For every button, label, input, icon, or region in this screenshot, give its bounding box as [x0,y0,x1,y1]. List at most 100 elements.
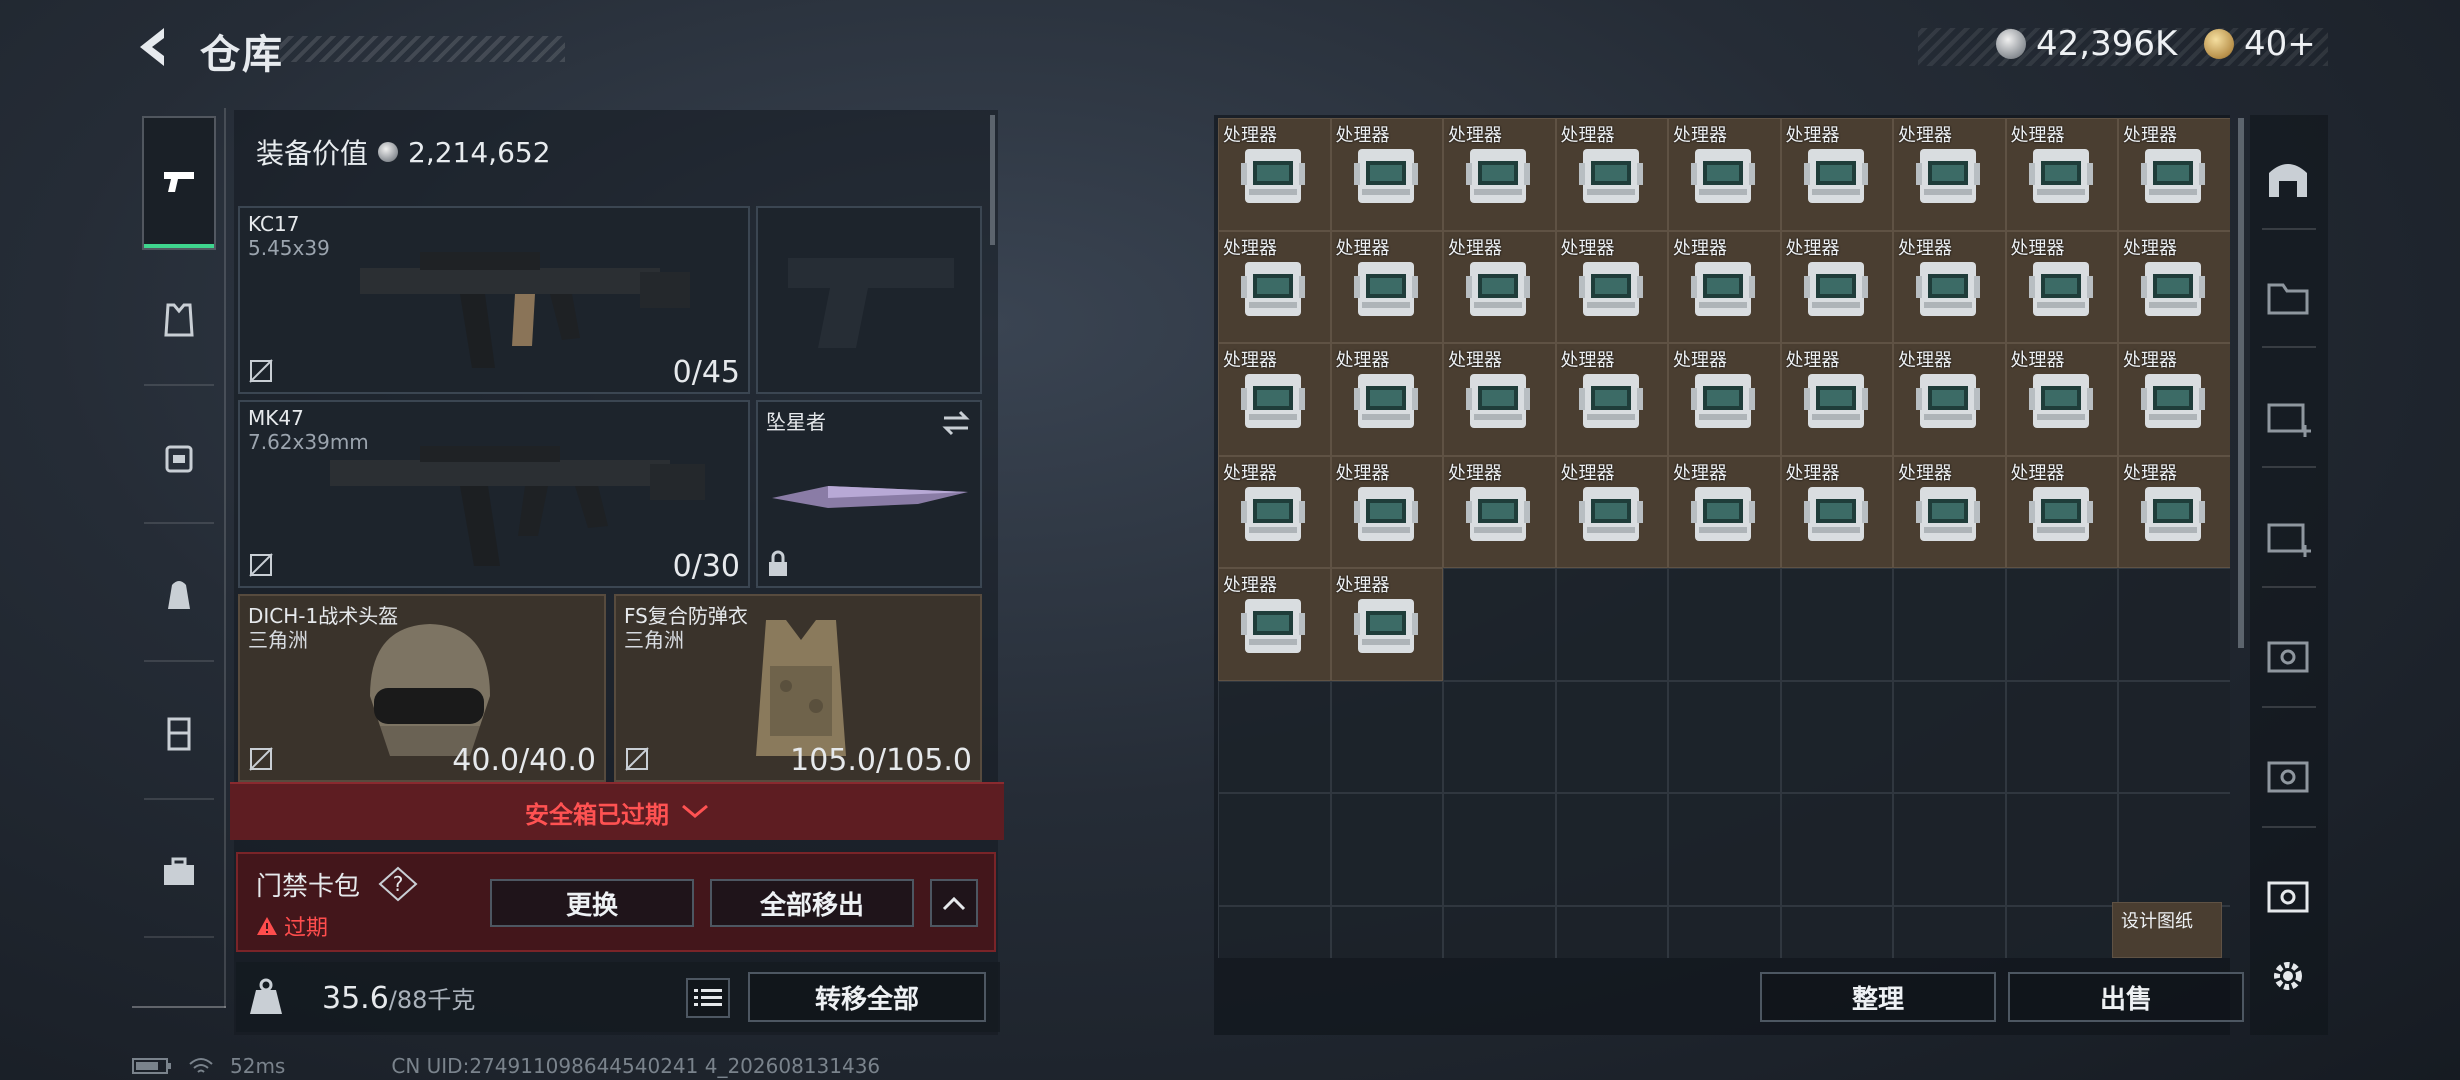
stash-item-processor[interactable]: 处理器 [1893,230,2006,343]
stash-item-processor[interactable]: 处理器 [1780,455,1893,568]
stash-item-processor[interactable]: 处理器 [1218,568,1331,681]
silver-currency[interactable]: 42,396K [1996,24,2177,64]
stash-cell-empty[interactable] [1555,905,1668,958]
storage-tab-add-2[interactable] [2258,506,2318,566]
nav-armor[interactable] [144,256,214,386]
stash-item-processor[interactable]: 处理器 [1893,343,2006,456]
stash-cell-empty[interactable] [2005,680,2118,793]
stash-cell-empty[interactable] [1893,568,2006,681]
stash-item-processor[interactable]: 处理器 [2118,343,2230,456]
storage-tab-case-2[interactable] [2258,746,2318,806]
secondary-weapon-slot[interactable]: MK47 7.62x39mm 0/30 [238,400,750,588]
sort-button[interactable]: 整理 [1760,972,1996,1022]
back-icon[interactable] [130,22,180,72]
stash-item-processor[interactable]: 处理器 [1780,118,1893,231]
stash-cell-empty[interactable] [1330,793,1443,906]
stash-cell-empty[interactable] [1330,905,1443,958]
stash-cell-empty[interactable] [1780,905,1893,958]
melee-slot[interactable]: 坠星者 [756,400,982,588]
helmet-slot[interactable]: DICH-1战术头盔 三角洲 40.0/40.0 [238,594,606,782]
safe-box-bar[interactable]: 安全箱已过期 [230,782,1004,840]
stash-item-processor[interactable]: 处理器 [1555,343,1668,456]
stash-item-processor[interactable]: 处理器 [2118,455,2230,568]
settings-button[interactable] [2258,946,2318,1006]
stash-item-processor[interactable]: 处理器 [1893,118,2006,231]
remove-all-button[interactable]: 全部移出 [710,879,914,927]
stash-cell-empty[interactable] [1780,680,1893,793]
stash-cell-empty[interactable] [1218,793,1331,906]
storage-tab-folder[interactable] [2258,266,2318,326]
stash-cell-empty[interactable] [1668,793,1781,906]
stash-item-processor[interactable]: 处理器 [1893,455,2006,568]
equipment-scrollbar[interactable] [990,115,995,245]
stash-cell-empty[interactable] [1780,568,1893,681]
stash-cell-empty[interactable] [1443,793,1556,906]
stash-item-processor[interactable]: 处理器 [1443,230,1556,343]
stash-item-processor[interactable]: 处理器 [1330,455,1443,568]
nav-case[interactable] [144,808,214,938]
sell-button[interactable]: 出售 [2008,972,2244,1022]
armor-slot[interactable]: FS复合防弹衣 三角洲 105.0/105.0 [614,594,982,782]
stash-item-processor[interactable]: 处理器 [2118,118,2230,231]
storage-tab-add-1[interactable] [2258,386,2318,446]
stash-item-processor[interactable]: 处理器 [2118,230,2230,343]
transfer-all-button[interactable]: 转移全部 [748,972,986,1022]
stash-item-processor[interactable]: 处理器 [1218,230,1331,343]
stash-item-processor[interactable]: 处理器 [1668,118,1781,231]
stash-cell-empty[interactable] [2005,793,2118,906]
stash-item-processor[interactable]: 处理器 [1555,230,1668,343]
stash-item-processor[interactable]: 处理器 [1555,455,1668,568]
stash-cell-empty[interactable] [1555,793,1668,906]
primary-weapon-slot[interactable]: KC17 5.45x39 0/45 [238,206,750,394]
stash-item-processor[interactable]: 处理器 [1443,343,1556,456]
stash-cell-empty[interactable] [2118,568,2230,681]
stash-item-processor[interactable]: 处理器 [1330,343,1443,456]
blueprint-item[interactable]: 设计图纸 [2112,902,2222,958]
nav-backpack[interactable] [144,532,214,662]
stash-cell-empty[interactable] [1443,568,1556,681]
stash-item-processor[interactable]: 处理器 [1218,343,1331,456]
swap-icon[interactable] [940,410,972,436]
stash-cell-empty[interactable] [1443,905,1556,958]
storage-tab-main[interactable] [2258,148,2318,208]
stash-cell-empty[interactable] [2118,793,2230,906]
stash-item-processor[interactable]: 处理器 [2005,343,2118,456]
stash-cell-empty[interactable] [1893,793,2006,906]
stash-cell-empty[interactable] [2118,680,2230,793]
stash-item-processor[interactable]: 处理器 [1330,230,1443,343]
nav-container[interactable] [144,670,214,800]
stash-cell-empty[interactable] [1330,680,1443,793]
stash-item-processor[interactable]: 处理器 [1668,343,1781,456]
help-icon[interactable]: ? [378,866,418,902]
replace-button[interactable]: 更换 [490,879,694,927]
stash-cell-empty[interactable] [1668,905,1781,958]
stash-item-processor[interactable]: 处理器 [1330,568,1443,681]
list-view-button[interactable] [686,978,730,1018]
stash-item-processor[interactable]: 处理器 [2005,230,2118,343]
storage-tab-case-3[interactable] [2258,866,2318,926]
stash-cell-empty[interactable] [1218,905,1331,958]
stash-scrollbar[interactable] [2238,118,2244,648]
gold-currency[interactable]: 40+ [2204,24,2316,64]
stash-item-processor[interactable]: 处理器 [1555,118,1668,231]
stash-cell-empty[interactable] [1668,568,1781,681]
stash-item-processor[interactable]: 处理器 [1443,118,1556,231]
stash-cell-empty[interactable] [1218,680,1331,793]
nav-chest-rig[interactable] [144,394,214,524]
stash-item-processor[interactable]: 处理器 [1780,343,1893,456]
stash-cell-empty[interactable] [1780,793,1893,906]
stash-item-processor[interactable]: 处理器 [1330,118,1443,231]
stash-item-processor[interactable]: 处理器 [1780,230,1893,343]
stash-cell-empty[interactable] [2005,905,2118,958]
stash-item-processor[interactable]: 处理器 [1668,230,1781,343]
stash-item-processor[interactable]: 处理器 [1218,118,1331,231]
stash-cell-empty[interactable] [1668,680,1781,793]
collapse-button[interactable] [930,879,978,927]
stash-item-processor[interactable]: 处理器 [1443,455,1556,568]
nav-weapons[interactable] [142,116,216,250]
stash-cell-empty[interactable] [1555,680,1668,793]
stash-cell-empty[interactable] [1893,680,2006,793]
stash-item-processor[interactable]: 处理器 [2005,455,2118,568]
stash-cell-empty[interactable] [1893,905,2006,958]
stash-cell-empty[interactable] [1555,568,1668,681]
